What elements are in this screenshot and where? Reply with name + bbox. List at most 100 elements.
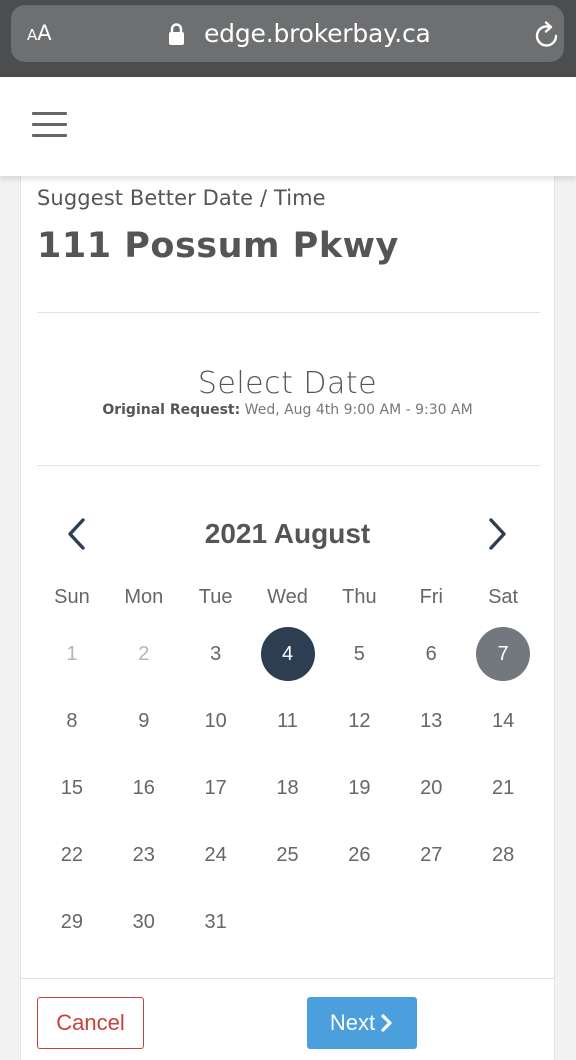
calendar-cell: 24	[180, 828, 252, 895]
weekday-mon: Mon	[124, 586, 164, 608]
calendar-day-16[interactable]: 16	[117, 761, 171, 815]
calendar-cell: 18	[252, 761, 324, 828]
calendar-week: 1234567	[36, 627, 539, 694]
calendar-day-28[interactable]: 28	[476, 828, 530, 882]
calendar-cell: 27	[395, 828, 467, 895]
weekday-fri: Fri	[419, 586, 443, 608]
calendar-cell: 12	[323, 694, 395, 761]
calendar-cell: 21	[467, 761, 539, 828]
calendar-day-20[interactable]: 20	[404, 761, 458, 815]
weekday-sat: Sat	[488, 586, 519, 608]
calendar-cell: 22	[36, 828, 108, 895]
calendar-day-22[interactable]: 22	[45, 828, 99, 882]
text-size-large-glyph: A	[37, 21, 52, 45]
chevron-left-icon[interactable]	[59, 516, 95, 552]
calendar-day-21[interactable]: 21	[476, 761, 530, 815]
weekday-tue: Tue	[198, 586, 233, 608]
calendar-day-27[interactable]: 27	[404, 828, 458, 882]
calendar-day-26[interactable]: 26	[332, 828, 386, 882]
calendar-cell: 7	[467, 627, 539, 694]
weekday-thu: Thu	[342, 586, 377, 608]
calendar-day-24[interactable]: 24	[189, 828, 243, 882]
calendar-cell: 3	[180, 627, 252, 694]
calendar-day-19[interactable]: 19	[332, 761, 386, 815]
calendar-day-12[interactable]: 12	[332, 694, 386, 748]
calendar-day-1[interactable]: 1	[45, 627, 99, 681]
text-size-button[interactable]: AA	[27, 21, 52, 45]
chevron-right-icon[interactable]	[479, 516, 515, 552]
calendar-cell	[252, 895, 324, 962]
calendar-cell: 26	[323, 828, 395, 895]
calendar-cell	[467, 895, 539, 962]
property-address: 111 Possum Pkwy	[37, 226, 399, 266]
calendar-day-11[interactable]: 11	[261, 694, 315, 748]
calendar-day-5[interactable]: 5	[332, 627, 386, 681]
page-subtitle: Suggest Better Date / Time	[37, 186, 326, 210]
calendar-cell	[395, 895, 467, 962]
chevron-right-icon	[381, 1014, 392, 1032]
calendar-cell: 6	[395, 627, 467, 694]
cancel-button[interactable]: Cancel	[37, 997, 144, 1049]
calendar-week: 29 30 31	[36, 895, 539, 962]
app-header	[0, 77, 576, 176]
calendar-cell: 14	[467, 694, 539, 761]
calendar-cell: 31	[180, 895, 252, 962]
original-request-value: Wed, Aug 4th 9:00 AM - 9:30 AM	[240, 402, 473, 418]
divider	[37, 312, 540, 313]
calendar-header: 2021 August	[21, 516, 554, 556]
calendar-cell: 20	[395, 761, 467, 828]
calendar-week: 15 16 17 18 19 20 21	[36, 761, 539, 828]
calendar-cell: 5	[323, 627, 395, 694]
select-date-heading: Select Date	[197, 366, 378, 401]
divider	[37, 465, 540, 466]
calendar-day-6[interactable]: 6	[404, 627, 458, 681]
calendar-cell: 25	[252, 828, 324, 895]
calendar-day-4[interactable]: 4	[260, 627, 315, 681]
calendar-cell: 16	[108, 761, 180, 828]
weekday-sun: Sun	[54, 586, 90, 608]
month-title: 2021 August	[204, 518, 371, 549]
calendar-day-2[interactable]: 2	[117, 627, 171, 681]
calendar-day-25[interactable]: 25	[261, 828, 315, 882]
calendar-cell: 1	[36, 627, 108, 694]
calendar-grid: 1 2 3 4 5 6 7 8 9 10 11 12 13 14 15 16 17 18 19 20 21 22 23 24 2…	[36, 627, 539, 962]
calendar-week: 22 23 24 25 26 27 28	[36, 828, 539, 895]
calendar-day-10[interactable]: 10	[189, 694, 243, 748]
calendar-cell	[323, 895, 395, 962]
calendar-day-23[interactable]: 23	[117, 828, 171, 882]
calendar-cell: 4	[252, 627, 324, 694]
address-bar[interactable]: AA edge.brokerbay.ca	[11, 5, 564, 62]
calendar-cell: 2	[108, 627, 180, 694]
weekday-wed: Wed	[267, 586, 308, 608]
calendar-cell: 29	[36, 895, 108, 962]
calendar-week: 8 9 10 11 12 13 14	[36, 694, 539, 761]
calendar-cell: 30	[108, 895, 180, 962]
calendar-day-29[interactable]: 29	[45, 895, 99, 949]
calendar-day-30[interactable]: 30	[117, 895, 171, 949]
original-request-label: Original Request:	[102, 402, 241, 418]
calendar-day-31[interactable]: 31	[189, 895, 243, 949]
calendar-day-9[interactable]: 9	[117, 694, 171, 748]
original-request: Original Request: Wed, Aug 4th 9:00 AM -…	[21, 402, 554, 418]
calendar-cell: 23	[108, 828, 180, 895]
calendar-day-14[interactable]: 14	[476, 694, 530, 748]
suggest-time-card: Suggest Better Date / Time 111 Possum Pk…	[20, 176, 555, 1060]
calendar-day-17[interactable]: 17	[189, 761, 243, 815]
next-button-label: Next	[329, 1010, 376, 1035]
calendar-day-15[interactable]: 15	[45, 761, 99, 815]
menu-icon[interactable]	[32, 110, 67, 138]
text-size-small-glyph: A	[27, 26, 38, 44]
calendar-day-8[interactable]: 8	[45, 694, 99, 748]
calendar-day-7[interactable]: 7	[476, 627, 531, 681]
calendar-cell: 19	[323, 761, 395, 828]
calendar-day-18[interactable]: 18	[261, 761, 315, 815]
reload-icon[interactable]	[532, 21, 562, 51]
calendar-cell: 9	[108, 694, 180, 761]
calendar-cell: 8	[36, 694, 108, 761]
url-text[interactable]: edge.brokerbay.ca	[204, 19, 431, 48]
next-button[interactable]: Next	[307, 997, 417, 1049]
calendar-cell: 15	[36, 761, 108, 828]
calendar-day-13[interactable]: 13	[404, 694, 458, 748]
calendar-day-3[interactable]: 3	[189, 627, 243, 681]
calendar-cell: 11	[252, 694, 324, 761]
